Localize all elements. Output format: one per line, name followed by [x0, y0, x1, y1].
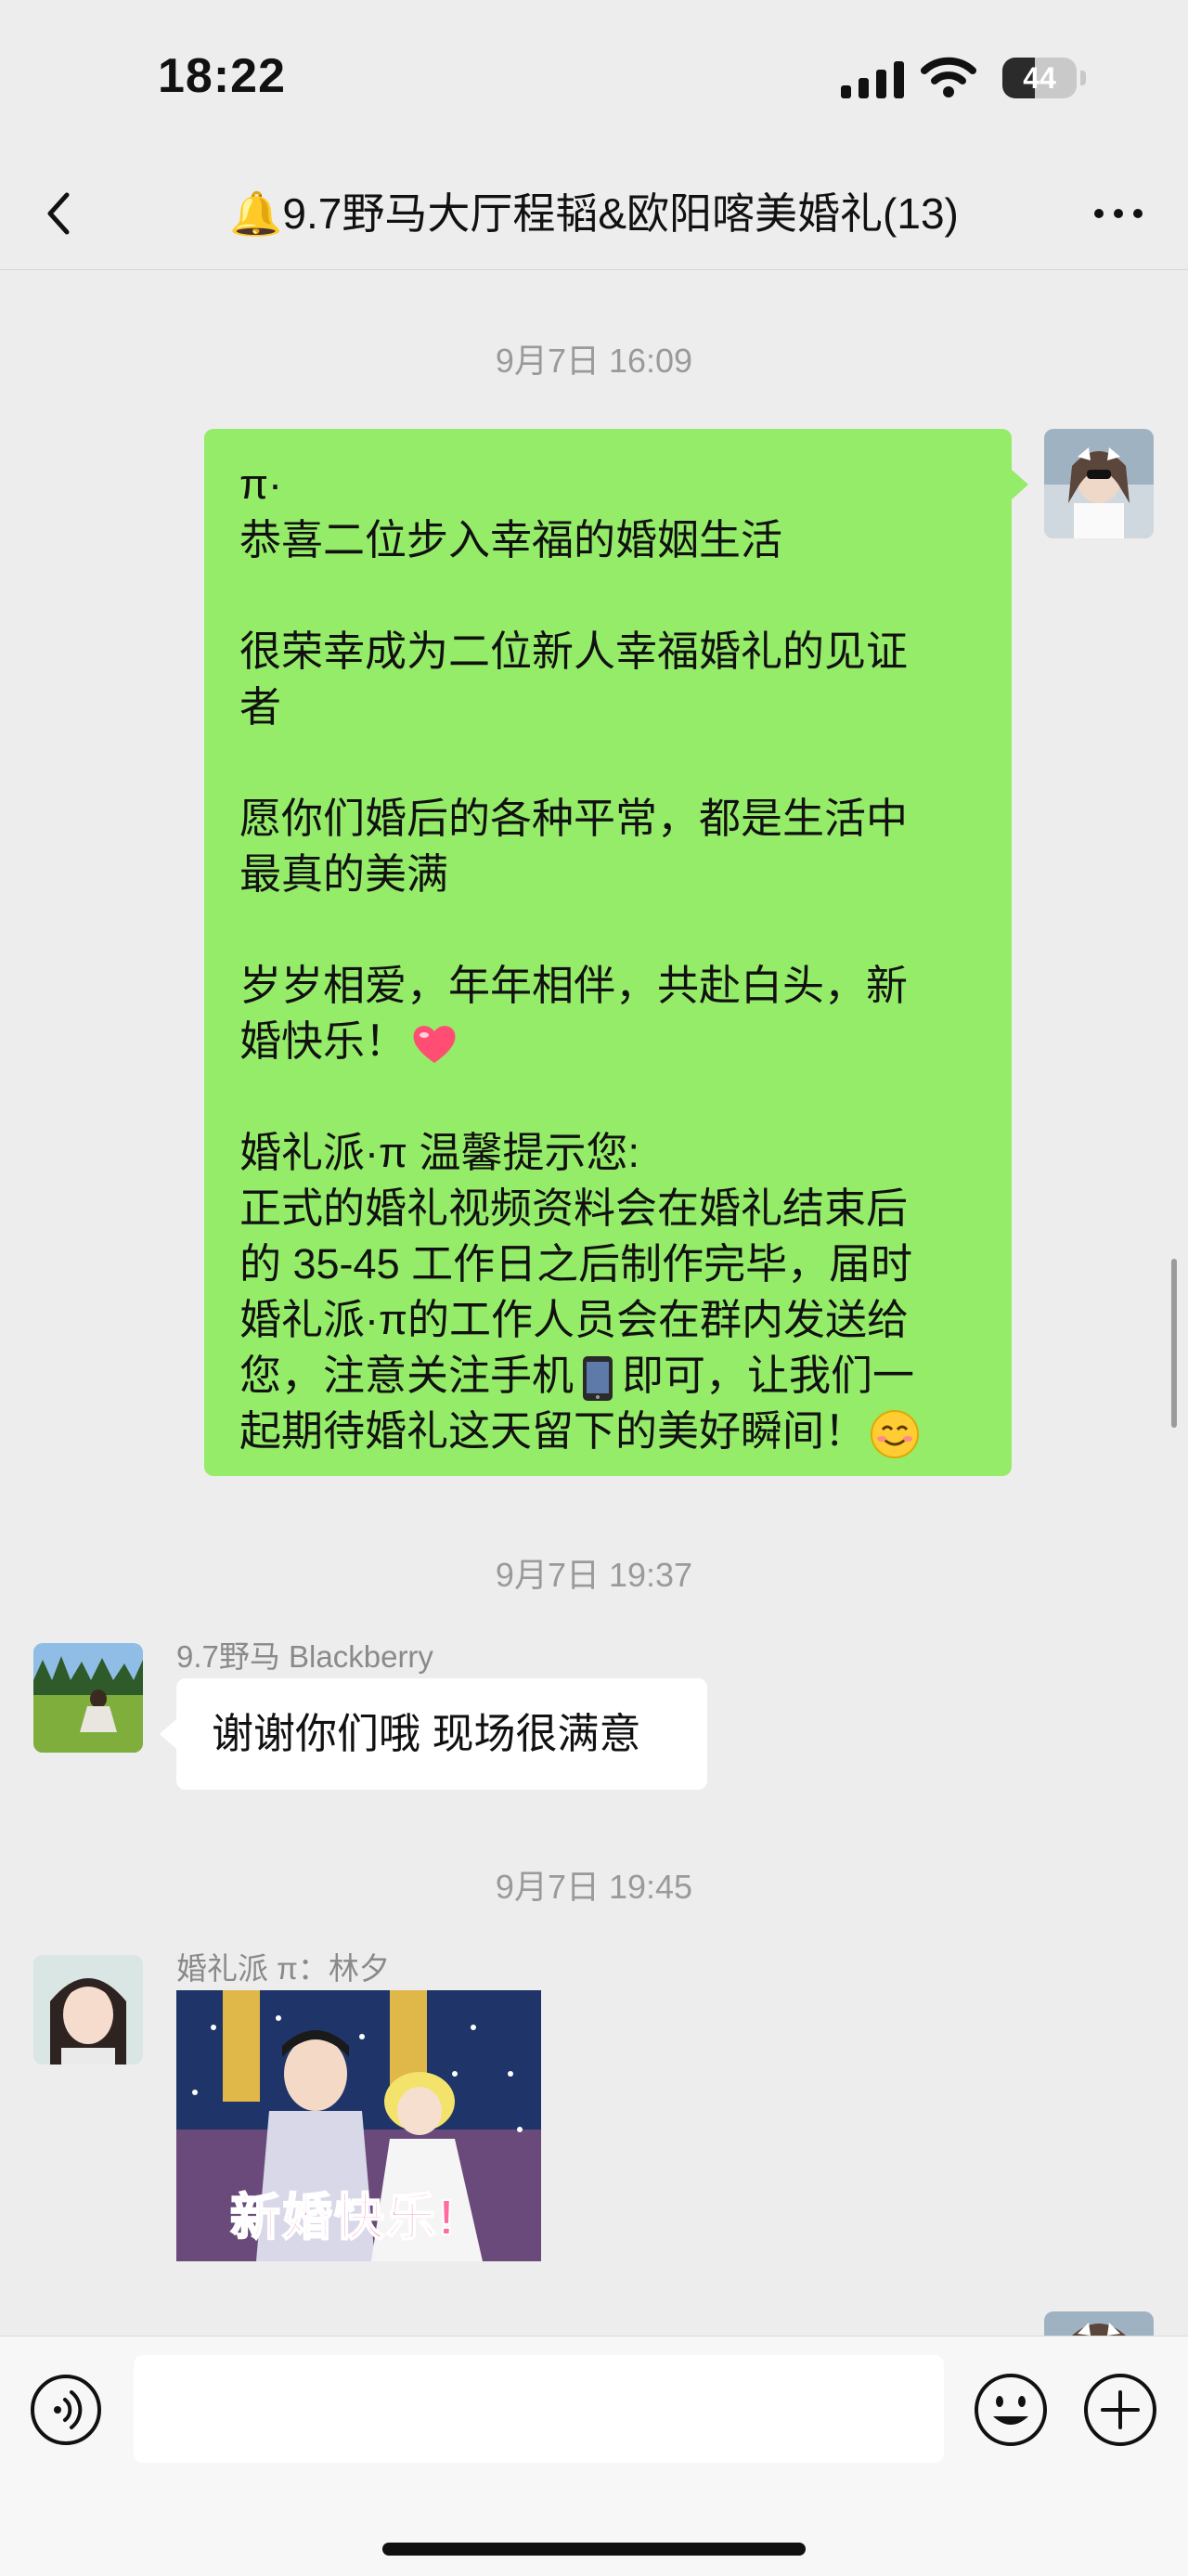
- avatar-linxi-image: [33, 1955, 143, 2065]
- avatar-linxi[interactable]: [33, 1955, 143, 2065]
- message-text: 起期待婚礼这天留下的美好瞬间！: [239, 1407, 867, 1455]
- message-input[interactable]: [134, 2355, 944, 2463]
- plus-icon[interactable]: [1082, 2372, 1158, 2448]
- message-line-with-emoji: 您，注意关注手机 即可，让我们一: [239, 1348, 978, 1404]
- message-line: 最真的美满: [239, 850, 449, 898]
- message-text: 您，注意关注手机: [239, 1352, 575, 1399]
- message-line: 正式的婚礼视频资料会在婚礼结束后: [239, 1184, 909, 1232]
- battery-percent: 44: [1023, 61, 1056, 95]
- outgoing-message-bubble[interactable]: π· 恭喜二位步入幸福的婚姻生活 很荣幸成为二位新人幸福婚礼的见证 者 愿你们婚…: [204, 429, 1028, 1476]
- scrollbar-thumb[interactable]: [1171, 1259, 1177, 1428]
- status-time: 18:22: [158, 49, 286, 103]
- sticker-image[interactable]: 新婚快乐!: [176, 1990, 541, 2261]
- voice-icon[interactable]: [30, 2374, 102, 2446]
- message-timestamp: 9月7日 19:37: [495, 1556, 693, 1594]
- message-line: 岁岁相爱，年年相伴，共赴白头，新: [239, 962, 909, 1009]
- message-line: 者: [239, 683, 282, 731]
- message-line: 很荣幸成为二位新人幸福婚礼的见证: [239, 628, 909, 675]
- message-line: π·: [239, 460, 283, 508]
- wifi-icon: [921, 57, 976, 97]
- smile-icon: [871, 1410, 920, 1459]
- message-text: 谢谢你们哦 现场很满意: [212, 1710, 641, 1757]
- sticker-caption: 新婚快乐!: [229, 2189, 457, 2246]
- avatar-self-next-image: [1044, 2311, 1154, 2336]
- cellular-signal-icon: [841, 61, 904, 98]
- sender-name: 婚礼派 π：林夕: [176, 1951, 390, 1986]
- message-timestamp: 9月7日 16:09: [495, 342, 693, 380]
- message-line: 婚礼派·π 温馨提示您:: [239, 1129, 640, 1176]
- status-bar: 18:22 44: [0, 0, 1188, 158]
- home-indicator[interactable]: [382, 2543, 806, 2556]
- avatar-self-next: [1044, 2311, 1154, 2336]
- incoming-message-bubble[interactable]: 谢谢你们哦 现场很满意: [160, 1678, 707, 1790]
- back-chevron-icon[interactable]: [37, 186, 84, 241]
- message-line-with-emoji: 婚快乐！: [239, 1014, 978, 1069]
- bubble-tail: [160, 1719, 176, 1749]
- chat-input-bar: [0, 2336, 1188, 2576]
- message-text: 婚快乐！: [239, 1017, 407, 1065]
- battery-body: 44: [1002, 58, 1077, 98]
- emoji-icon[interactable]: [973, 2372, 1049, 2448]
- message-line: 愿你们婚后的各种平常，都是生活中: [239, 795, 909, 842]
- heart-icon: [413, 1026, 456, 1064]
- bubble-tail: [1012, 470, 1028, 499]
- phone-icon: [583, 1356, 613, 1402]
- message-line-with-emoji: 起期待婚礼这天留下的美好瞬间！: [239, 1404, 978, 1459]
- message-line: 恭喜二位步入幸福的婚姻生活: [239, 516, 783, 563]
- sender-name: 9.7野马 Blackberry: [176, 1639, 433, 1674]
- message-text: 即可，让我们一: [622, 1352, 915, 1399]
- message-timestamp: 9月7日 19:45: [495, 1868, 693, 1906]
- battery-nub: [1080, 71, 1086, 85]
- avatar-self[interactable]: [1044, 429, 1154, 538]
- message-line: 的 35-45 工作日之后制作完毕，届时: [239, 1240, 913, 1288]
- more-icon[interactable]: [1086, 186, 1151, 241]
- avatar-blackberry[interactable]: [33, 1643, 143, 1753]
- chat-header: 🔔9.7野马大厅程韬&欧阳喀美婚礼(13): [0, 158, 1188, 270]
- battery-indicator: 44: [1002, 58, 1088, 98]
- avatar-blackberry-image: [33, 1643, 143, 1753]
- avatar-self-image: [1044, 429, 1154, 538]
- message-line: 婚礼派·π的工作人员会在群内发送给: [239, 1296, 910, 1343]
- chat-title: 🔔9.7野马大厅程韬&欧阳喀美婚礼(13): [229, 189, 959, 238]
